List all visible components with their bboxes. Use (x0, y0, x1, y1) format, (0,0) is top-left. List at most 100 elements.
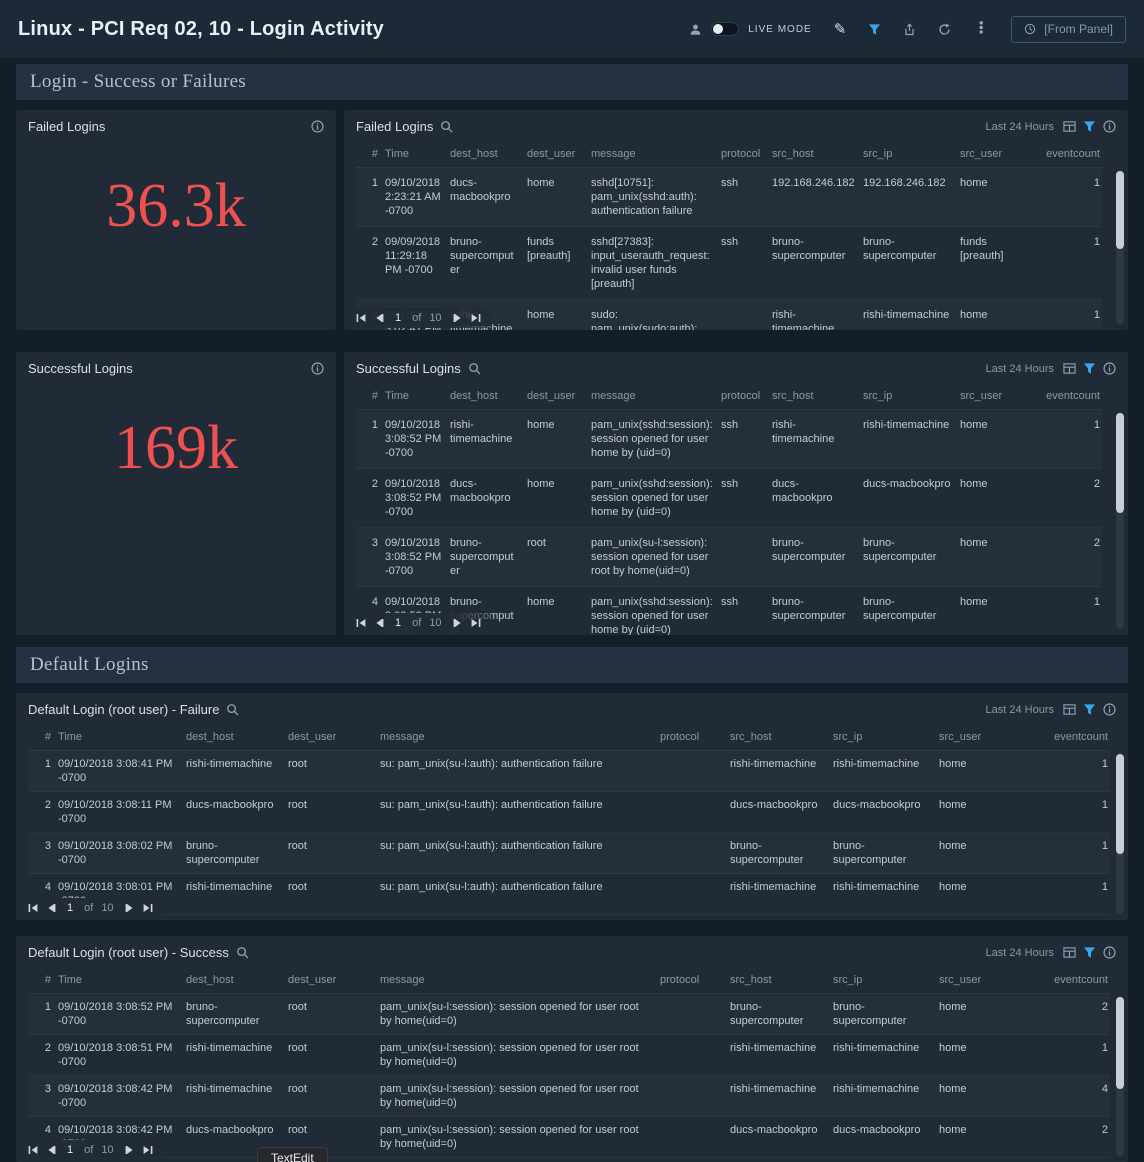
column-header[interactable]: dest_host (450, 383, 527, 410)
column-header[interactable]: src_user (960, 141, 1038, 168)
magnifier-icon[interactable] (236, 946, 249, 959)
column-header[interactable]: dest_host (186, 967, 288, 994)
scrollbar-thumb[interactable] (1116, 413, 1124, 513)
column-header[interactable]: dest_host (186, 724, 288, 751)
table-row[interactable]: 209/10/2018 3:08:51 PM -0700rishi-timema… (28, 1035, 1110, 1076)
table-row[interactable]: 309/10/2018 3:08:02 PM -0700bruno-superc… (28, 833, 1110, 874)
column-header[interactable]: src_host (730, 967, 833, 994)
prev-page-icon[interactable] (374, 313, 384, 323)
column-header[interactable]: src_ip (833, 967, 939, 994)
filter-icon[interactable] (1083, 362, 1096, 375)
first-page-icon[interactable] (28, 1145, 38, 1155)
table-row[interactable]: 309/10/2018 3:08:42 PM -0700rishi-timema… (28, 1076, 1110, 1117)
column-header[interactable]: protocol (721, 383, 772, 410)
scrollbar-thumb[interactable] (1116, 997, 1124, 1089)
scrollbar[interactable] (1116, 997, 1124, 1156)
scrollbar[interactable] (1116, 171, 1124, 324)
table-icon[interactable] (1063, 362, 1076, 375)
column-header[interactable]: Time (58, 967, 186, 994)
prev-page-icon[interactable] (46, 903, 56, 913)
column-header[interactable]: Time (58, 724, 186, 751)
column-header[interactable]: eventcount (1034, 967, 1110, 994)
column-header[interactable]: protocol (721, 141, 772, 168)
filter-icon[interactable] (868, 23, 881, 36)
share-icon[interactable] (903, 23, 916, 36)
edit-icon[interactable]: ✎ (834, 22, 847, 37)
table-row[interactable]: 109/10/2018 2:23:21 AM -0700ducs-macbook… (356, 168, 1102, 227)
magnifier-icon[interactable] (440, 120, 453, 133)
column-header[interactable]: message (380, 724, 660, 751)
column-header[interactable]: src_host (730, 724, 833, 751)
info-icon[interactable] (1103, 703, 1116, 716)
column-header[interactable]: # (28, 724, 58, 751)
scrollbar[interactable] (1116, 754, 1124, 914)
info-icon[interactable] (311, 362, 324, 375)
column-header[interactable]: src_user (939, 967, 1034, 994)
column-header[interactable]: src_host (772, 383, 863, 410)
scrollbar[interactable] (1116, 413, 1124, 629)
table-icon[interactable] (1063, 703, 1076, 716)
column-header[interactable]: dest_host (450, 141, 527, 168)
next-page-icon[interactable] (125, 903, 135, 913)
first-page-icon[interactable] (356, 618, 366, 628)
column-header[interactable]: src_user (939, 724, 1034, 751)
column-header[interactable]: dest_user (527, 383, 591, 410)
next-page-icon[interactable] (125, 1145, 135, 1155)
info-icon[interactable] (1103, 362, 1116, 375)
column-header[interactable]: message (591, 141, 721, 168)
column-header[interactable]: eventcount (1034, 724, 1110, 751)
magnifier-icon[interactable] (226, 703, 239, 716)
column-header[interactable]: # (28, 967, 58, 994)
column-header[interactable]: protocol (660, 724, 730, 751)
info-icon[interactable] (1103, 120, 1116, 133)
table-row[interactable]: 409/10/2018 3:08:01 PM -0700rishi-timema… (28, 874, 1110, 915)
next-page-icon[interactable] (453, 618, 463, 628)
table-row[interactable]: 109/10/2018 3:08:41 PM -0700rishi-timema… (28, 751, 1110, 792)
prev-page-icon[interactable] (46, 1145, 56, 1155)
table-row[interactable]: 209/10/2018 3:08:11 PM -0700ducs-macbook… (28, 792, 1110, 833)
table-row[interactable]: 209/09/2018 11:29:18 PM -0700bruno-super… (356, 227, 1102, 300)
scrollbar-thumb[interactable] (1116, 754, 1124, 854)
column-header[interactable]: src_ip (833, 724, 939, 751)
last-page-icon[interactable] (143, 1145, 153, 1155)
next-page-icon[interactable] (453, 313, 463, 323)
table-icon[interactable] (1063, 120, 1076, 133)
column-header[interactable]: message (380, 967, 660, 994)
column-header[interactable]: src_user (960, 383, 1038, 410)
refresh-icon[interactable] (938, 23, 951, 36)
more-menu-icon[interactable]: ⋮ (973, 21, 989, 37)
live-mode-toggle[interactable] (711, 22, 739, 36)
table-row[interactable]: 109/10/2018 3:08:52 PM -0700rishi-timema… (356, 410, 1102, 469)
table-row[interactable]: 309/10/2018 3:08:52 PM -0700bruno-superc… (356, 528, 1102, 587)
info-icon[interactable] (311, 120, 324, 133)
column-header[interactable]: protocol (660, 967, 730, 994)
user-icon[interactable] (689, 23, 702, 36)
last-page-icon[interactable] (471, 618, 481, 628)
column-header[interactable]: src_ip (863, 383, 960, 410)
filter-icon[interactable] (1083, 946, 1096, 959)
column-header[interactable]: dest_user (288, 967, 380, 994)
column-header[interactable]: eventcount (1038, 383, 1102, 410)
column-header[interactable]: src_ip (863, 141, 960, 168)
column-header[interactable]: # (356, 383, 385, 410)
table-row[interactable]: 109/10/2018 3:08:52 PM -0700bruno-superc… (28, 994, 1110, 1035)
column-header[interactable]: dest_user (288, 724, 380, 751)
filter-icon[interactable] (1083, 120, 1096, 133)
column-header[interactable]: message (591, 383, 721, 410)
scrollbar-thumb[interactable] (1116, 171, 1124, 249)
prev-page-icon[interactable] (374, 618, 384, 628)
table-icon[interactable] (1063, 946, 1076, 959)
table-row[interactable]: 409/10/2018 3:08:42 PM -0700ducs-macbook… (28, 1117, 1110, 1158)
column-header[interactable]: eventcount (1038, 141, 1102, 168)
column-header[interactable]: dest_user (527, 141, 591, 168)
last-page-icon[interactable] (471, 313, 481, 323)
first-page-icon[interactable] (28, 903, 38, 913)
time-range-selector[interactable]: [From Panel] (1011, 16, 1126, 43)
column-header[interactable]: Time (385, 383, 450, 410)
column-header[interactable]: src_host (772, 141, 863, 168)
last-page-icon[interactable] (143, 903, 153, 913)
column-header[interactable]: # (356, 141, 385, 168)
first-page-icon[interactable] (356, 313, 366, 323)
filter-icon[interactable] (1083, 703, 1096, 716)
column-header[interactable]: Time (385, 141, 450, 168)
